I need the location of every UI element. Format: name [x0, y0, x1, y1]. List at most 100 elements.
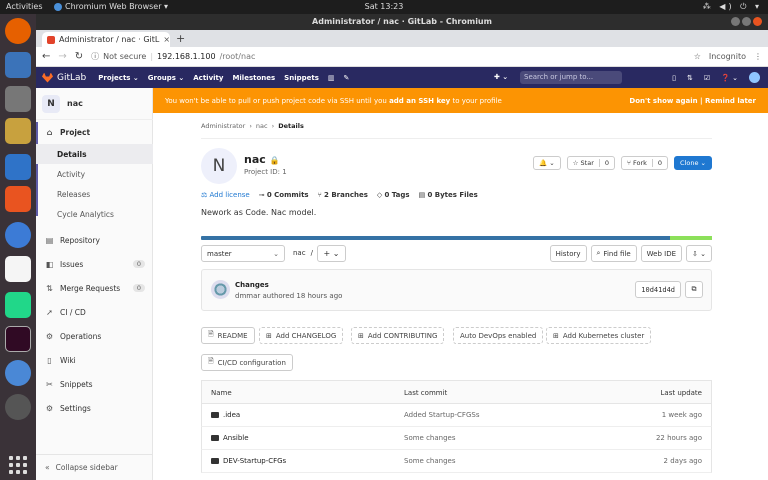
help-icon[interactable] [5, 222, 31, 248]
branches-stat[interactable]: ⑂ 2 Branches [318, 191, 368, 199]
show-apps-icon[interactable] [9, 456, 27, 474]
software-center-icon[interactable] [5, 186, 31, 212]
sidebar-item-operations[interactable]: ⚙ Operations [36, 326, 153, 346]
terminal-icon[interactable] [5, 326, 31, 352]
add-to-tree-dropdown[interactable]: + ⌄ [317, 245, 346, 262]
table-row[interactable]: Ansible Some changes 22 hours ago [201, 427, 712, 450]
url-path: /root/nac [219, 52, 256, 61]
add-kubernetes-button[interactable]: ⊞ Add Kubernetes cluster [546, 327, 652, 344]
web-ide-button[interactable]: Web IDE [640, 245, 683, 262]
sidebar-item-snippets[interactable]: ✂ Snippets [36, 374, 153, 394]
reload-icon[interactable]: ↻ [75, 51, 83, 62]
copy-sha-icon[interactable]: ⧉ [685, 281, 703, 298]
crumb-administrator[interactable]: Administrator [201, 122, 245, 130]
add-ssh-key-link[interactable]: add an SSH key [389, 97, 450, 105]
sidebar-sub-releases[interactable]: Releases [36, 184, 153, 204]
firefox-icon[interactable] [5, 18, 31, 44]
add-changelog-button[interactable]: ⊞ Add CHANGELOG [259, 327, 344, 344]
updater-icon[interactable] [5, 394, 31, 420]
find-file-button[interactable]: ⌕ Find file [590, 245, 637, 262]
crumb-nac[interactable]: nac [256, 122, 268, 130]
notification-dropdown[interactable]: 🔔 ⌄ [533, 156, 561, 170]
help-dropdown[interactable]: ❓ ⌄ [721, 74, 738, 82]
forward-icon[interactable]: → [58, 51, 66, 62]
history-button[interactable]: History [549, 245, 587, 262]
gitlab-logo[interactable]: GitLab [42, 72, 86, 83]
readme-button[interactable]: 🗎 README [201, 327, 255, 344]
sidebar-item-issues[interactable]: ◧ Issues 0 [36, 254, 153, 274]
file-name[interactable]: Ansible [223, 434, 249, 442]
url-field[interactable]: ⓘ Not secure | 192.168.1.100/root/nac [91, 51, 255, 62]
chart-icon[interactable]: ▥ [328, 74, 335, 82]
thunderbird-icon[interactable] [5, 52, 31, 78]
author-avatar[interactable] [211, 280, 230, 299]
close-window-icon[interactable] [753, 17, 762, 26]
file-commit[interactable]: Added Startup-CFGSs [404, 411, 479, 419]
wrench-icon[interactable]: ✎ [344, 74, 350, 82]
path-root[interactable]: nac [293, 249, 306, 257]
sidebar-sub-details[interactable]: Details [36, 144, 153, 164]
download-dropdown[interactable]: ⇩ ⌄ [686, 245, 712, 262]
merge-request-icon[interactable]: ⇅ [687, 74, 693, 82]
sidebar-item-label: Merge Requests [60, 283, 121, 293]
chromium-launcher-icon[interactable] [5, 360, 31, 386]
sidebar-sub-cycle-analytics[interactable]: Cycle Analytics [36, 204, 153, 224]
commit-sha[interactable]: 10d41d4d [635, 281, 681, 298]
commit-title[interactable]: Changes [235, 281, 269, 289]
system-tray[interactable]: ⁂ ◀) ⏻ ▾ [703, 0, 762, 14]
sidebar-item-project[interactable]: ⌂ Project [36, 122, 153, 142]
menu-icon[interactable]: ⋮ [754, 52, 762, 61]
amazon-icon[interactable] [5, 256, 31, 282]
clone-button[interactable]: Clone ⌄ [674, 156, 712, 170]
collapse-sidebar-button[interactable]: « Collapse sidebar [36, 454, 153, 480]
sidebar-item-settings[interactable]: ⚙ Settings [36, 398, 153, 418]
branch-selector[interactable]: master ⌄ [201, 245, 285, 262]
add-contributing-button[interactable]: ⊞ Add CONTRIBUTING [351, 327, 445, 344]
rhythmbox-icon[interactable] [5, 118, 31, 144]
clock[interactable]: Sat 13:23 [0, 0, 768, 14]
nav-activity[interactable]: Activity [193, 74, 223, 82]
new-dropdown[interactable]: ✚ ⌄ [494, 73, 508, 81]
sidebar-project-header[interactable]: N nac [36, 88, 153, 120]
back-icon[interactable]: ← [42, 51, 50, 62]
sidebar-sub-activity[interactable]: Activity [36, 164, 153, 184]
nav-milestones[interactable]: Milestones [232, 74, 275, 82]
col-last-update: Last update [660, 389, 702, 397]
new-tab-button[interactable]: + [176, 32, 185, 45]
sidebar-item-wiki[interactable]: ▯ Wiki [36, 350, 153, 370]
nav-groups[interactable]: Groups ⌄ [148, 74, 184, 82]
files-icon[interactable] [5, 86, 31, 112]
add-license-link[interactable]: ⚖ Add license [201, 191, 250, 199]
user-avatar[interactable] [749, 72, 760, 83]
commits-stat[interactable]: ⊸ 0 Commits [259, 191, 309, 199]
minimize-icon[interactable] [731, 17, 740, 26]
nav-snippets[interactable]: Snippets [284, 74, 319, 82]
todo-icon[interactable]: ▯ [672, 74, 676, 82]
file-commit[interactable]: Some changes [404, 457, 456, 465]
writer-icon[interactable] [5, 154, 31, 180]
incognito-label[interactable]: Incognito [709, 52, 746, 61]
table-row[interactable]: .idea Added Startup-CFGSs 1 week ago [201, 404, 712, 427]
file-commit[interactable]: Some changes [404, 434, 456, 442]
nav-projects[interactable]: Projects ⌄ [98, 74, 139, 82]
banner-actions[interactable]: Don't show again | Remind later [629, 97, 756, 105]
fork-button[interactable]: ⑂ Fork 0 [621, 156, 669, 170]
search-input[interactable]: Search or jump to... [520, 71, 622, 84]
cicd-config-button[interactable]: 🗎 CI/CD configuration [201, 354, 293, 371]
tab-close-icon[interactable]: × [163, 35, 170, 44]
sidebar-item-ci-cd[interactable]: ➚ CI / CD [36, 302, 153, 322]
tags-stat[interactable]: ◇ 0 Tags [377, 191, 410, 199]
star-button[interactable]: ☆ Star 0 [566, 156, 616, 170]
file-name[interactable]: DEV-Startup-CFGs [223, 457, 286, 465]
bookmark-star-icon[interactable]: ☆ [694, 52, 701, 61]
browser-tab[interactable]: Administrator / nac · GitL × [42, 32, 170, 47]
sidebar-item-repository[interactable]: ▤ Repository [36, 230, 153, 250]
auto-devops-button[interactable]: Auto DevOps enabled [453, 327, 544, 344]
table-row[interactable]: DEV-Startup-CFGs Some changes 2 days ago [201, 450, 712, 473]
file-name[interactable]: .idea [223, 411, 240, 419]
maximize-icon[interactable] [742, 17, 751, 26]
sidebar-item-merge-requests[interactable]: ⇅ Merge Requests 0 [36, 278, 153, 298]
issues-icon[interactable]: ☑ [704, 74, 710, 82]
pycharm-icon[interactable] [5, 292, 31, 318]
sidebar-item-label: Settings [60, 403, 91, 413]
